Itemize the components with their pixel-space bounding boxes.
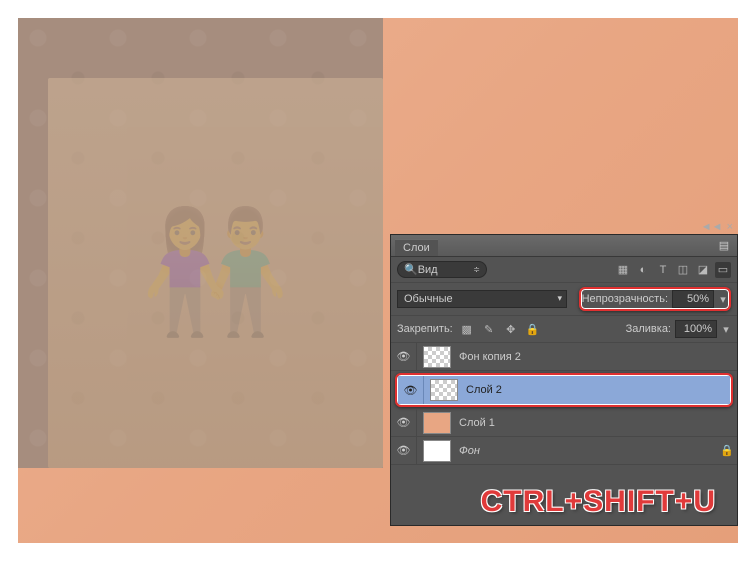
filter-type-icon[interactable]: T: [655, 262, 671, 278]
filter-type-input[interactable]: [418, 264, 468, 276]
panel-header: Слои ▤: [391, 235, 737, 257]
opacity-label: Непрозрачность:: [582, 293, 668, 305]
shortcut-overlay-text: CTRL+SHIFT+U: [481, 485, 716, 519]
layer-thumbnail[interactable]: [430, 379, 458, 401]
layer-thumbnail[interactable]: [423, 346, 451, 368]
lock-transparency-icon[interactable]: ▩: [459, 321, 475, 337]
layer-name-label[interactable]: Фон копия 2: [457, 351, 717, 363]
lock-label: Закрепить:: [397, 323, 453, 335]
filter-icon-group: ▦ ◐ T ◫ ◪ ▭: [615, 262, 731, 278]
layer-thumbnail[interactable]: [423, 440, 451, 462]
filter-shape-icon[interactable]: ◫: [675, 262, 691, 278]
collapse-icon[interactable]: ◄◄: [701, 221, 723, 233]
filter-adjustment-icon[interactable]: ◐: [635, 262, 651, 278]
blend-row: Обычные Непрозрачность: ▾: [391, 283, 737, 316]
fill-input[interactable]: [675, 320, 717, 338]
visibility-toggle[interactable]: 👁: [391, 343, 417, 370]
visibility-toggle[interactable]: 👁: [391, 409, 417, 436]
lock-row: Закрепить: ▩ ✎ ✥ 🔒 Заливка: ▾: [391, 316, 737, 343]
panel-window-controls: ◄◄ ×: [701, 221, 733, 233]
fill-dropdown-icon[interactable]: ▾: [721, 321, 731, 337]
panel-menu-icon[interactable]: ▤: [715, 239, 733, 252]
layer-row[interactable]: 👁 Фон копия 2: [391, 343, 737, 371]
filter-toggle-icon[interactable]: ▭: [715, 262, 731, 278]
fill-label: Заливка:: [626, 323, 671, 335]
lock-all-icon[interactable]: 🔒: [525, 321, 541, 337]
layer-lock-indicator: 🔒: [717, 444, 737, 457]
photo-content: [48, 78, 383, 468]
panel-tab-layers[interactable]: Слои: [395, 239, 438, 256]
filter-pixel-icon[interactable]: ▦: [615, 262, 631, 278]
opacity-input[interactable]: [672, 290, 714, 308]
document-canvas: ◄◄ × Слои ▤ 🔍 ≑ ▦ ◐ T ◫ ◪ ▭ Обычные: [18, 18, 738, 543]
layer-row[interactable]: 👁 Слой 1: [391, 409, 737, 437]
visibility-toggle[interactable]: 👁: [398, 376, 424, 404]
layer-name-label[interactable]: Слой 1: [457, 417, 717, 429]
search-icon: 🔍: [404, 263, 418, 276]
layer-row[interactable]: 👁 Фон 🔒: [391, 437, 737, 465]
selected-layer-highlight: 👁 Слой 2: [395, 373, 733, 407]
layer-name-label[interactable]: Фон: [457, 445, 717, 457]
layer-filter-select[interactable]: 🔍 ≑: [397, 261, 487, 278]
visibility-toggle[interactable]: 👁: [391, 437, 417, 464]
layers-panel: ◄◄ × Слои ▤ 🔍 ≑ ▦ ◐ T ◫ ◪ ▭ Обычные: [390, 234, 738, 526]
opacity-dropdown-icon[interactable]: ▾: [718, 291, 728, 307]
layer-row[interactable]: 👁 Слой 2: [398, 376, 730, 404]
layer-name-label[interactable]: Слой 2: [464, 384, 710, 396]
lock-pixels-icon[interactable]: ✎: [481, 321, 497, 337]
opacity-highlight: Непрозрачность: ▾: [579, 287, 731, 311]
filter-row: 🔍 ≑ ▦ ◐ T ◫ ◪ ▭: [391, 257, 737, 283]
blend-mode-select[interactable]: Обычные: [397, 290, 567, 308]
filter-smart-icon[interactable]: ◪: [695, 262, 711, 278]
chevron-down-icon: ≑: [473, 265, 480, 274]
layers-list: 👁 Фон копия 2 👁 Слой 2 👁 Слой 1: [391, 343, 737, 465]
layer-thumbnail[interactable]: [423, 412, 451, 434]
lock-position-icon[interactable]: ✥: [503, 321, 519, 337]
close-icon[interactable]: ×: [727, 221, 733, 233]
